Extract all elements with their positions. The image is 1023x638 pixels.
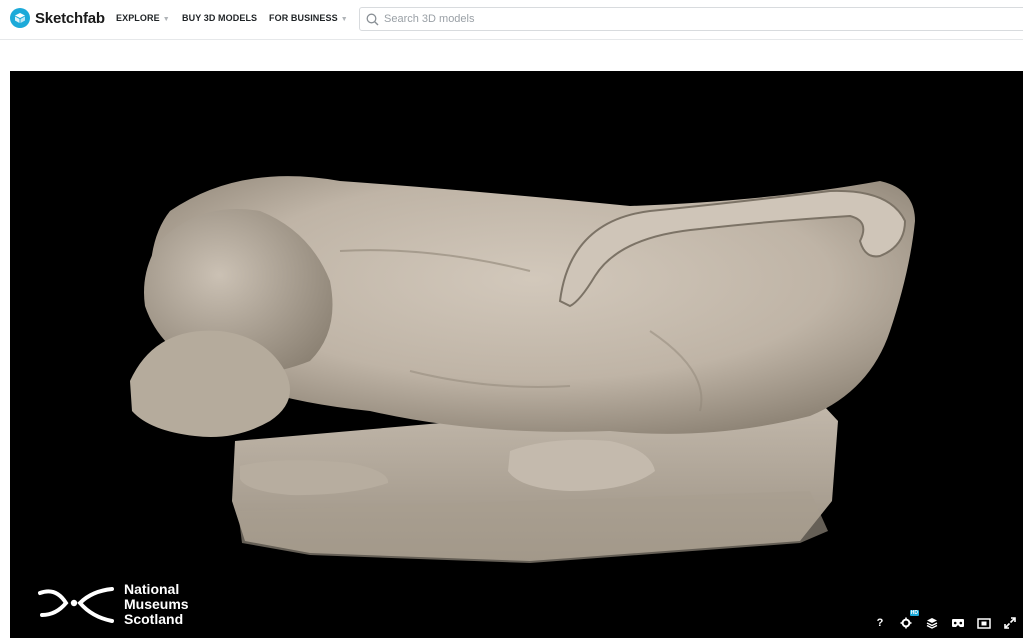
watermark-text: National Museums Scotland xyxy=(124,580,189,627)
search-icon xyxy=(366,13,379,25)
3d-model-viewer[interactable]: National Museums Scotland ? HD xyxy=(10,71,1023,638)
help-label: ? xyxy=(876,617,884,629)
viewer-controls: ? HD xyxy=(873,610,1017,630)
watermark-line-2: Museums xyxy=(124,595,189,612)
nav-buy-3d-models[interactable]: BUY 3D MODELS xyxy=(182,13,257,23)
nav-explore[interactable]: EXPLORE ▼ xyxy=(116,13,170,23)
vr-button[interactable] xyxy=(951,616,965,630)
gear-icon xyxy=(900,617,912,629)
national-museums-scotland-logo-icon xyxy=(38,587,114,623)
watermark-line-3: Scotland xyxy=(124,610,184,627)
nav-buy-label: BUY 3D MODELS xyxy=(182,13,258,23)
hd-badge: HD xyxy=(909,610,919,616)
sketchfab-wordmark: Sketchfab xyxy=(35,9,105,27)
fullscreen-icon xyxy=(1004,617,1016,629)
national-museums-scotland-watermark: National Museums Scotland xyxy=(36,581,189,627)
sketchfab-logo-icon xyxy=(10,8,30,28)
layers-icon xyxy=(926,618,938,629)
cinema-mode-button[interactable] xyxy=(977,616,991,630)
watermark-line-1: National xyxy=(124,580,180,597)
sketchfab-logo[interactable]: Sketchfab xyxy=(10,7,105,29)
3d-model-render[interactable] xyxy=(10,71,1023,638)
settings-button[interactable]: HD xyxy=(899,610,919,630)
top-navigation-bar: Sketchfab EXPLORE ▼ BUY 3D MODELS FOR BUS… xyxy=(0,0,1023,40)
nav-explore-label: EXPLORE xyxy=(116,13,160,23)
nav-for-business[interactable]: FOR BUSINESS ▼ xyxy=(269,13,348,23)
help-button[interactable]: ? xyxy=(873,616,887,630)
chevron-down-icon: ▼ xyxy=(162,16,170,23)
nav-business-label: FOR BUSINESS xyxy=(269,13,338,23)
layers-button[interactable] xyxy=(925,616,939,630)
chevron-down-icon: ▼ xyxy=(340,16,348,23)
fullscreen-button[interactable] xyxy=(1003,616,1017,630)
vr-headset-icon xyxy=(952,619,964,627)
search-input[interactable] xyxy=(384,13,984,25)
theater-mode-icon xyxy=(977,617,991,629)
search-box[interactable] xyxy=(359,7,1023,31)
